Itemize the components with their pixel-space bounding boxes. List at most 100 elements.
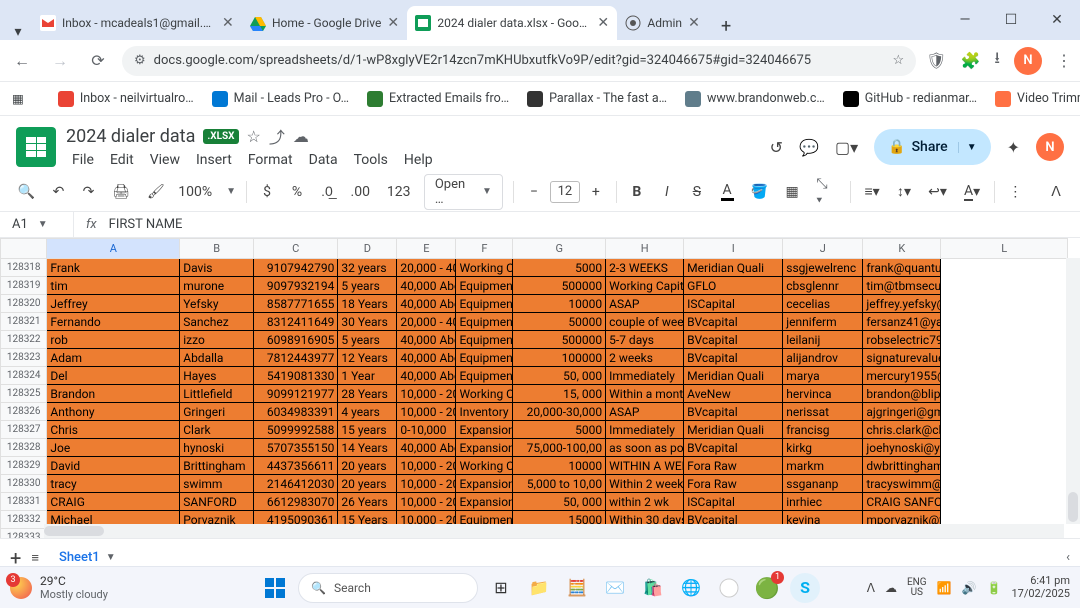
explore-collapse-icon[interactable]: ‹ [1066, 550, 1070, 565]
cell[interactable]: 2-3 WEEKS [606, 259, 684, 277]
cell[interactable]: ssgjewelrenc [783, 259, 863, 277]
cell[interactable]: cecelias [783, 295, 863, 313]
open-in-excel-button[interactable]: Open …▼ [424, 174, 503, 210]
comments-icon[interactable]: 💬 [799, 138, 819, 157]
bookmark-item[interactable]: Video Trimmer - Cut… [995, 91, 1080, 107]
cell[interactable]: Brittingham [180, 457, 254, 475]
cell[interactable]: Clark [180, 421, 254, 439]
cell[interactable]: BVcapital [684, 403, 783, 421]
sheets-doc-icon[interactable] [16, 127, 56, 167]
cell[interactable]: 10000 [513, 295, 606, 313]
cell[interactable]: markm [783, 457, 863, 475]
cell[interactable]: ISCapital [684, 295, 783, 313]
cell[interactable]: izzo [180, 331, 254, 349]
italic-button[interactable]: I [657, 179, 677, 205]
row-header[interactable]: 128333 [1, 529, 47, 539]
cell[interactable]: Chris [47, 421, 180, 439]
cell[interactable]: chris.clark@clarkstires [863, 421, 941, 439]
cell[interactable]: 5419081330 [254, 367, 338, 385]
cell[interactable]: mercury1955@gmail.c [863, 367, 941, 385]
spreadsheet-grid[interactable]: ABCDEFGHIJKL128318FrankDavis910794279032… [0, 238, 1080, 538]
cell[interactable]: murone [180, 277, 254, 295]
cell[interactable]: leilanij [783, 331, 863, 349]
omnibox[interactable]: ⚙ docs.google.com/spreadsheets/d/1-wP8xg… [122, 46, 916, 76]
column-header[interactable]: J [783, 239, 863, 259]
task-view-icon[interactable]: ⊞ [486, 573, 516, 603]
cell[interactable]: 1 Year [338, 367, 397, 385]
tray-overflow-icon[interactable]: ᐱ [867, 581, 875, 595]
system-tray[interactable]: ᐱ ☁ ENG US 📶 🔊 🔋 6:41 pm 17/02/2025 [867, 575, 1070, 600]
column-header[interactable]: L [941, 239, 1068, 259]
menu-file[interactable]: File [66, 150, 100, 170]
font-size-input[interactable]: 12 [550, 181, 580, 203]
cell[interactable]: 28 Years [338, 385, 397, 403]
cell[interactable]: cbsglennr [783, 277, 863, 295]
row-header[interactable]: 128327 [1, 421, 47, 439]
cell[interactable]: Equipment Purch [456, 277, 513, 295]
row-header[interactable]: 128331 [1, 493, 47, 511]
column-header[interactable]: H [606, 239, 684, 259]
cell[interactable]: Meridian Quali [684, 259, 783, 277]
cell[interactable]: 500000 [513, 331, 606, 349]
bookmark-item[interactable]: Mail - Leads Pro - O… [212, 91, 349, 107]
window-minimize-button[interactable]: — [942, 0, 988, 40]
cell[interactable]: 15, 000 [513, 385, 606, 403]
cell[interactable]: 10,000 - 20 [397, 475, 456, 493]
cell[interactable]: Meridian Quali [684, 421, 783, 439]
cell[interactable]: 20,000 - 40 [397, 313, 456, 331]
cell[interactable]: 15 years [338, 421, 397, 439]
profile-avatar[interactable]: N [1014, 47, 1042, 75]
row-header[interactable]: 128322 [1, 331, 47, 349]
skype-icon[interactable]: S [790, 573, 820, 603]
menu-edit[interactable]: Edit [104, 150, 140, 170]
menu-view[interactable]: View [144, 150, 186, 170]
cell[interactable]: 5000 [513, 421, 606, 439]
tab-close-icon[interactable]: ✕ [222, 15, 234, 31]
column-header[interactable]: B [180, 239, 254, 259]
borders-button[interactable]: ▦ [782, 179, 803, 205]
cell[interactable]: Equipment Purch [456, 295, 513, 313]
cell[interactable]: BVcapital [684, 313, 783, 331]
cell[interactable]: Fernando [47, 313, 180, 331]
text-rotation-button[interactable]: A▾ [960, 179, 983, 205]
zoom-value[interactable]: 100% [178, 184, 212, 200]
cell[interactable]: Immediately [606, 421, 684, 439]
cell[interactable]: 5 years [338, 277, 397, 295]
merge-cells-button[interactable]: ⤡ ▾ [812, 179, 840, 205]
chrome-icon[interactable] [714, 573, 744, 603]
format-currency-button[interactable]: $ [257, 179, 277, 205]
cell[interactable]: Jeffrey [47, 295, 180, 313]
cell[interactable]: 10,000 - 20 [397, 457, 456, 475]
history-icon[interactable]: ↺ [770, 138, 783, 157]
cell[interactable]: Expansion [456, 421, 513, 439]
weather-widget[interactable]: 3 29°C Mostly cloudy [10, 574, 108, 601]
cell[interactable]: 20 years [338, 475, 397, 493]
star-doc-icon[interactable]: ☆ [247, 127, 261, 146]
cell[interactable]: Inventory [456, 403, 513, 421]
cell[interactable]: Adam [47, 349, 180, 367]
menu-data[interactable]: Data [303, 150, 344, 170]
cell[interactable]: 10,000 - 20 [397, 385, 456, 403]
row-header[interactable]: 128320 [1, 295, 47, 313]
cell[interactable]: Expansion [456, 493, 513, 511]
taskbar-search[interactable]: 🔍 Search [298, 573, 478, 603]
cloud-status-icon[interactable]: ☁ [293, 127, 309, 146]
menu-tools[interactable]: Tools [348, 150, 394, 170]
row-header[interactable]: 128318 [1, 259, 47, 277]
download-icon[interactable]: ⭳ [994, 47, 1000, 74]
cell[interactable]: Davis [180, 259, 254, 277]
format-percent-button[interactable]: % [287, 179, 307, 205]
cell[interactable]: jenniferm [783, 313, 863, 331]
window-maximize-button[interactable]: ☐ [988, 0, 1034, 40]
cell[interactable]: 10000 [513, 457, 606, 475]
onedrive-icon[interactable]: ☁ [885, 581, 897, 595]
cell[interactable]: nerissat [783, 403, 863, 421]
horizontal-scrollbar[interactable] [44, 524, 1064, 538]
cell[interactable]: Meridian Quali [684, 367, 783, 385]
cell[interactable]: 6034983391 [254, 403, 338, 421]
cell[interactable]: Working Capital [456, 385, 513, 403]
cell[interactable]: tim@tbmsecuiry.com [863, 277, 941, 295]
cell[interactable]: Sanchez [180, 313, 254, 331]
nav-forward-button[interactable]: → [46, 47, 74, 75]
cell[interactable]: ssgananp [783, 475, 863, 493]
